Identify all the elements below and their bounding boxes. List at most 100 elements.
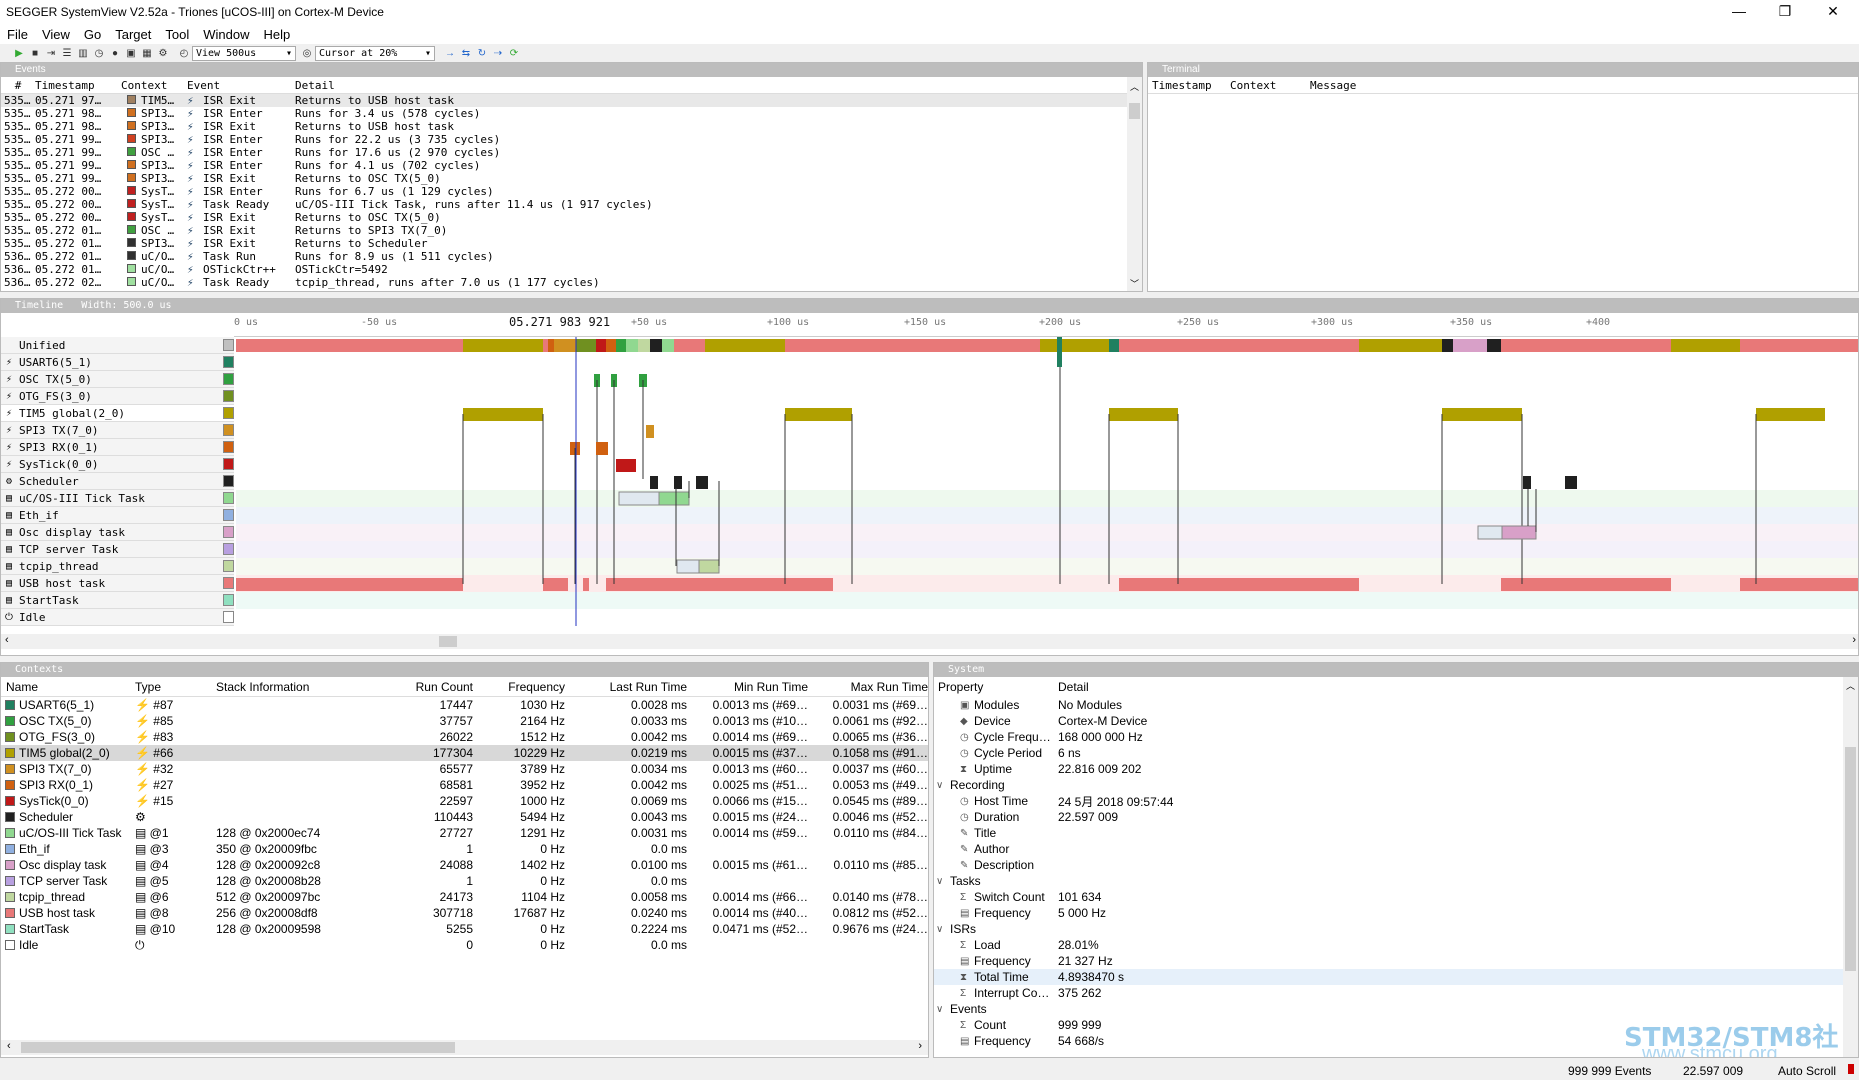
property-row[interactable]: ▣ Modules No Modules (934, 697, 1858, 713)
spi3-tx-bar[interactable] (646, 425, 654, 438)
tim5-bar[interactable] (1109, 408, 1178, 421)
unified-segment[interactable] (785, 339, 1040, 352)
chevron-down-icon[interactable]: ∨ (936, 924, 950, 935)
timeline-row-label[interactable]: ▤ Osc display task (1, 524, 234, 541)
menu-go[interactable]: Go (77, 27, 108, 42)
timeline-row-label[interactable]: ⚡ USART6(5_1) (1, 354, 234, 371)
unified-segment[interactable] (1487, 339, 1501, 352)
event-row[interactable]: 535… 05.271 99… SPI3… ⚡ ISR Exit Returns to O… (1, 172, 1142, 185)
unified-segment[interactable] (576, 339, 596, 352)
usb-host-task-bar[interactable] (236, 578, 463, 591)
columns-icon[interactable]: ▥ (76, 46, 90, 60)
property-row[interactable]: ⧗ Total Time 4.8938470 s (934, 969, 1858, 985)
col-context[interactable]: Context (121, 79, 187, 92)
unified-segment[interactable] (1453, 339, 1487, 352)
system-scrollbar[interactable]: ︿ (1843, 677, 1858, 1057)
close-button[interactable]: ✕ (1810, 0, 1856, 24)
col-context[interactable]: Context (1230, 79, 1310, 92)
unified-segment[interactable] (1740, 339, 1859, 352)
col-timestamp[interactable]: Timestamp (35, 79, 121, 92)
unified-segment[interactable] (1119, 339, 1359, 352)
timeline-row-label[interactable]: ▤ USB host task (1, 575, 234, 592)
timeline-row-label[interactable]: ▤ tcpip_thread (1, 558, 234, 575)
view-width-select[interactable]: View 500us ▾ (192, 45, 296, 61)
unified-segment[interactable] (650, 339, 662, 352)
event-row[interactable]: 535… 05.271 98… SPI3… ⚡ ISR Enter Runs for 3.… (1, 107, 1142, 120)
unified-segment[interactable] (626, 339, 638, 352)
stop-icon[interactable]: ■ (28, 46, 42, 60)
col-message[interactable]: Message (1310, 79, 1356, 92)
context-row[interactable]: SPI3 RX(0_1) ⚡ #27 68581 3952 Hz 0.0042 ms 0.… (1, 777, 928, 793)
tim5-bar[interactable] (785, 408, 852, 421)
unified-segment[interactable] (616, 339, 626, 352)
property-group[interactable]: ∨ Tasks (934, 873, 1858, 889)
context-row[interactable]: TCP server Task ▤ @5 128 @ 0x20008b28 1 0 Hz… (1, 873, 928, 889)
usart6-bar[interactable] (1057, 337, 1062, 367)
event-row[interactable]: 535… 05.271 99… SPI3… ⚡ ISR Enter Runs for 4.… (1, 159, 1142, 172)
unified-segment[interactable] (662, 339, 674, 352)
unified-segment[interactable] (1040, 339, 1109, 352)
col-last-run[interactable]: Last Run Time (565, 680, 687, 694)
usb-host-task-bar[interactable] (1740, 578, 1859, 591)
scroll-thumb[interactable] (439, 636, 457, 647)
context-row[interactable]: SPI3 TX(7_0) ⚡ #32 65577 3789 Hz 0.0034 ms 0.… (1, 761, 928, 777)
contexts-list[interactable]: USART6(5_1) ⚡ #87 17447 1030 Hz 0.0028 ms 0.0… (1, 697, 928, 953)
osc-display-ready[interactable] (1477, 525, 1503, 540)
col-property[interactable]: Property (934, 680, 1058, 694)
col-run-count[interactable]: Run Count (386, 680, 473, 694)
minimize-button[interactable]: — (1716, 0, 1762, 24)
context-row[interactable]: Scheduler ⚙ 110443 5494 Hz 0.0043 ms 0.0015 m… (1, 809, 928, 825)
status-autoscroll[interactable]: Auto Scroll (1778, 1064, 1836, 1078)
tcpip-ready[interactable] (676, 559, 700, 574)
play-icon[interactable]: ▶ (12, 46, 26, 60)
system-tree[interactable]: ▣ Modules No Modules ◆ Device Cortex-M Device… (934, 697, 1858, 1049)
chevron-down-icon[interactable]: ∨ (936, 1004, 950, 1015)
scheduler-bar[interactable] (674, 476, 682, 489)
tick-task-ready[interactable] (618, 491, 660, 506)
unified-segment[interactable] (1442, 339, 1453, 352)
context-row[interactable]: StartTask ▤ @10 128 @ 0x20009598 5255 0 Hz 0.… (1, 921, 928, 937)
scheduler-bar[interactable] (696, 476, 708, 489)
context-row[interactable]: OTG_FS(3_0) ⚡ #83 26022 1512 Hz 0.0042 ms 0.0… (1, 729, 928, 745)
timeline-row-label[interactable]: ⚡ SysTick(0_0) (1, 456, 234, 473)
tim5-bar[interactable] (463, 408, 543, 421)
property-row[interactable]: ◷ Duration 22.597 009 (934, 809, 1858, 825)
timeline-row-label[interactable]: ⚡ SPI3 RX(0_1) (1, 439, 234, 456)
event-row[interactable]: 535… 05.272 01… OSC … ⚡ ISR Exit Returns to S… (1, 224, 1142, 237)
tim5-bar[interactable] (1756, 408, 1825, 421)
unified-segment[interactable] (463, 339, 543, 352)
property-row[interactable]: ◷ Host Time 24 5月 2018 09:57:44 (934, 793, 1858, 809)
col-frequency[interactable]: Frequency (473, 680, 565, 694)
timeline-row-label[interactable]: ⚡ TIM5 global(2_0) (1, 405, 234, 422)
col-detail[interactable]: Detail (295, 79, 335, 92)
unified-segment[interactable] (606, 339, 616, 352)
timeline-row-label[interactable]: ⚡ OSC TX(5_0) (1, 371, 234, 388)
scroll-thumb[interactable] (1845, 747, 1856, 971)
menu-tool[interactable]: Tool (158, 27, 196, 42)
property-row[interactable]: ▤ Frequency 5 000 Hz (934, 905, 1858, 921)
property-row[interactable]: Σ Interrupt Co… 375 262 (934, 985, 1858, 1001)
scroll-thumb[interactable] (21, 1042, 455, 1053)
chevron-down-icon[interactable]: ﹀ (1127, 277, 1142, 290)
menu-view[interactable]: View (35, 27, 77, 42)
col-detail[interactable]: Detail (1058, 680, 1089, 694)
context-row[interactable]: tcpip_thread ▤ @6 512 @ 0x200097bc 24173 110… (1, 889, 928, 905)
property-group[interactable]: ∨ Events (934, 1001, 1858, 1017)
col-event[interactable]: Event (187, 79, 295, 92)
chevron-up-icon[interactable]: ︿ (1127, 80, 1142, 93)
scroll-thumb[interactable] (1129, 103, 1140, 119)
event-row[interactable]: 535… 05.272 01… SPI3… ⚡ ISR Exit Returns to S… (1, 237, 1142, 250)
timeline-row-label[interactable]: ▤ uC/OS-III Tick Task (1, 490, 234, 507)
col-type[interactable]: Type (135, 680, 216, 694)
timeline-row-label[interactable]: ⚡ SPI3 TX(7_0) (1, 422, 234, 439)
property-row[interactable]: ✎ Title (934, 825, 1858, 841)
menu-help[interactable]: Help (257, 27, 298, 42)
grid-icon[interactable]: ▦ (140, 46, 154, 60)
maximize-button[interactable]: ❐ (1762, 0, 1808, 24)
next-icon[interactable]: ⇢ (491, 46, 505, 60)
menu-target[interactable]: Target (108, 27, 158, 42)
unified-segment[interactable] (688, 339, 705, 352)
spi3-rx-bar[interactable] (596, 442, 608, 455)
col-timestamp[interactable]: Timestamp (1148, 79, 1230, 92)
context-row[interactable]: USART6(5_1) ⚡ #87 17447 1030 Hz 0.0028 ms 0.0… (1, 697, 928, 713)
